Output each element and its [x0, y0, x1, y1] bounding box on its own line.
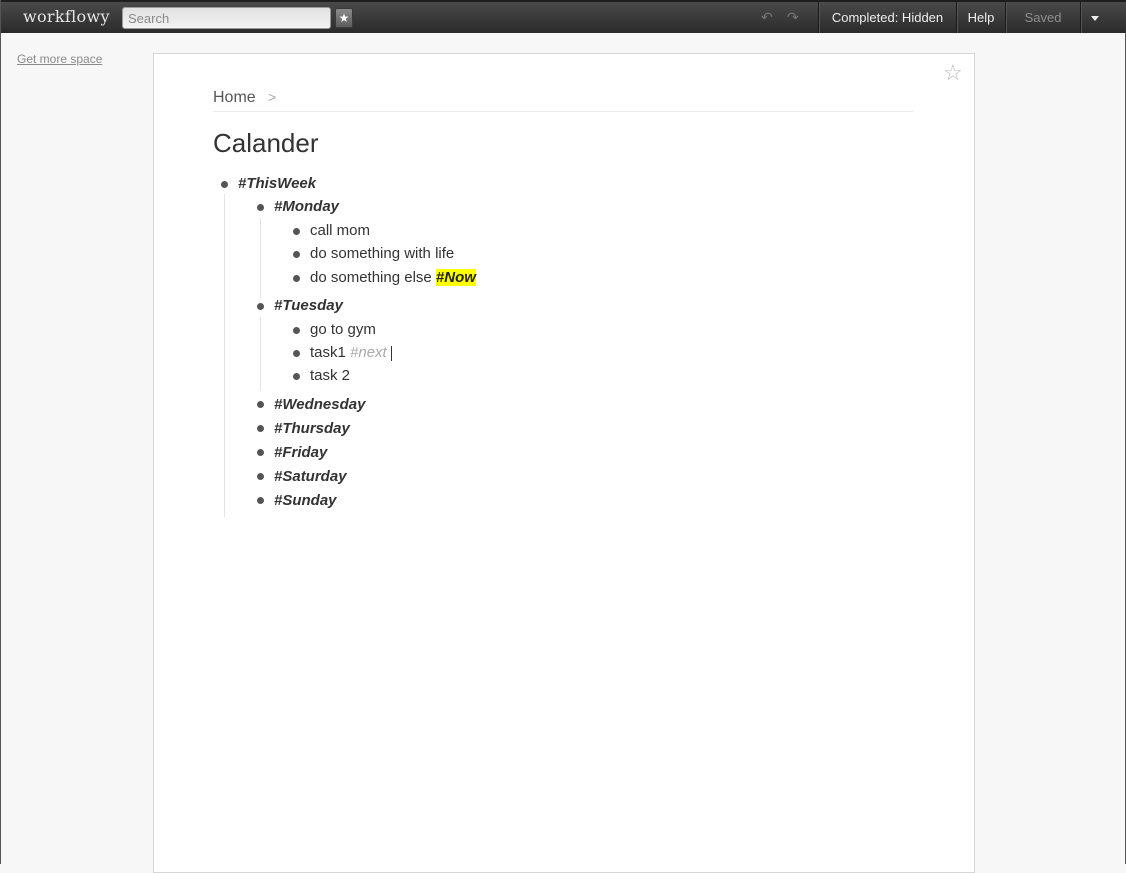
completed-toggle-button[interactable]: Completed: Hidden [818, 2, 956, 33]
top-bar: workflowy ★ ↶ ↷ Completed: Hidden Help S… [1, 0, 1126, 33]
bullet[interactable] [257, 473, 264, 480]
star-icon: ★ [338, 11, 350, 25]
star-page-icon[interactable]: ☆ [943, 62, 963, 84]
bullet[interactable] [293, 373, 300, 380]
redo-icon[interactable]: ↷ [787, 10, 803, 24]
search-input[interactable] [122, 7, 331, 29]
bullet[interactable] [257, 449, 264, 456]
outline-guide-line [260, 317, 261, 391]
bullet[interactable] [257, 303, 264, 310]
bullet[interactable] [221, 181, 228, 188]
text-cursor [390, 345, 392, 361]
menu-dropdown-button[interactable] [1080, 2, 1109, 33]
outline-item[interactable]: do something else #Now [310, 268, 476, 288]
outline-item-wednesday[interactable]: #Wednesday [274, 395, 365, 415]
workflowy-logo[interactable]: workflowy [23, 7, 110, 26]
tag-now[interactable]: #Now [435, 269, 476, 286]
breadcrumb: Home > [213, 89, 913, 112]
bullet[interactable] [257, 401, 264, 408]
bullet[interactable] [293, 327, 300, 334]
undo-icon[interactable]: ↶ [761, 10, 777, 24]
tag-next[interactable]: #next [350, 344, 387, 361]
chevron-down-icon [1091, 16, 1099, 22]
outline-item-tuesday[interactable]: #Tuesday [274, 296, 343, 316]
outline-item-text: task1 [310, 344, 346, 361]
outline-item[interactable]: task 2 [310, 366, 350, 386]
help-button[interactable]: Help [956, 2, 1005, 33]
outline-guide-line [224, 194, 225, 517]
outline-item-text: do something else [310, 269, 432, 286]
bullet[interactable] [257, 204, 264, 211]
outline-item-friday[interactable]: #Friday [274, 443, 327, 463]
outline-item[interactable]: call mom [310, 221, 370, 241]
breadcrumb-home[interactable]: Home [213, 89, 256, 106]
starred-pages-button[interactable]: ★ [335, 8, 353, 28]
outline-item-sunday[interactable]: #Sunday [274, 491, 337, 511]
outline-item-monday[interactable]: #Monday [274, 197, 339, 217]
bullet[interactable] [257, 425, 264, 432]
bullet[interactable] [293, 228, 300, 235]
outline-item-saturday[interactable]: #Saturday [274, 467, 347, 487]
bullet[interactable] [257, 497, 264, 504]
get-more-space-link[interactable]: Get more space [17, 52, 102, 66]
bullet[interactable] [293, 251, 300, 258]
page-title[interactable]: Calander [213, 128, 319, 159]
outline-item-thisweek[interactable]: #ThisWeek [238, 174, 316, 194]
outline-item[interactable]: do something with life [310, 244, 454, 264]
outline-guide-line [260, 218, 261, 298]
outline-item[interactable]: go to gym [310, 320, 376, 340]
bullet[interactable] [293, 350, 300, 357]
main-page: ☆ Home > Calander #ThisWeek #Monday call… [153, 53, 975, 873]
outline-item-editing[interactable]: task1 #next [310, 343, 392, 363]
bullet[interactable] [293, 275, 300, 282]
saved-status: Saved [1005, 2, 1080, 33]
breadcrumb-separator: > [268, 89, 277, 105]
outline-item-thursday[interactable]: #Thursday [274, 419, 350, 439]
